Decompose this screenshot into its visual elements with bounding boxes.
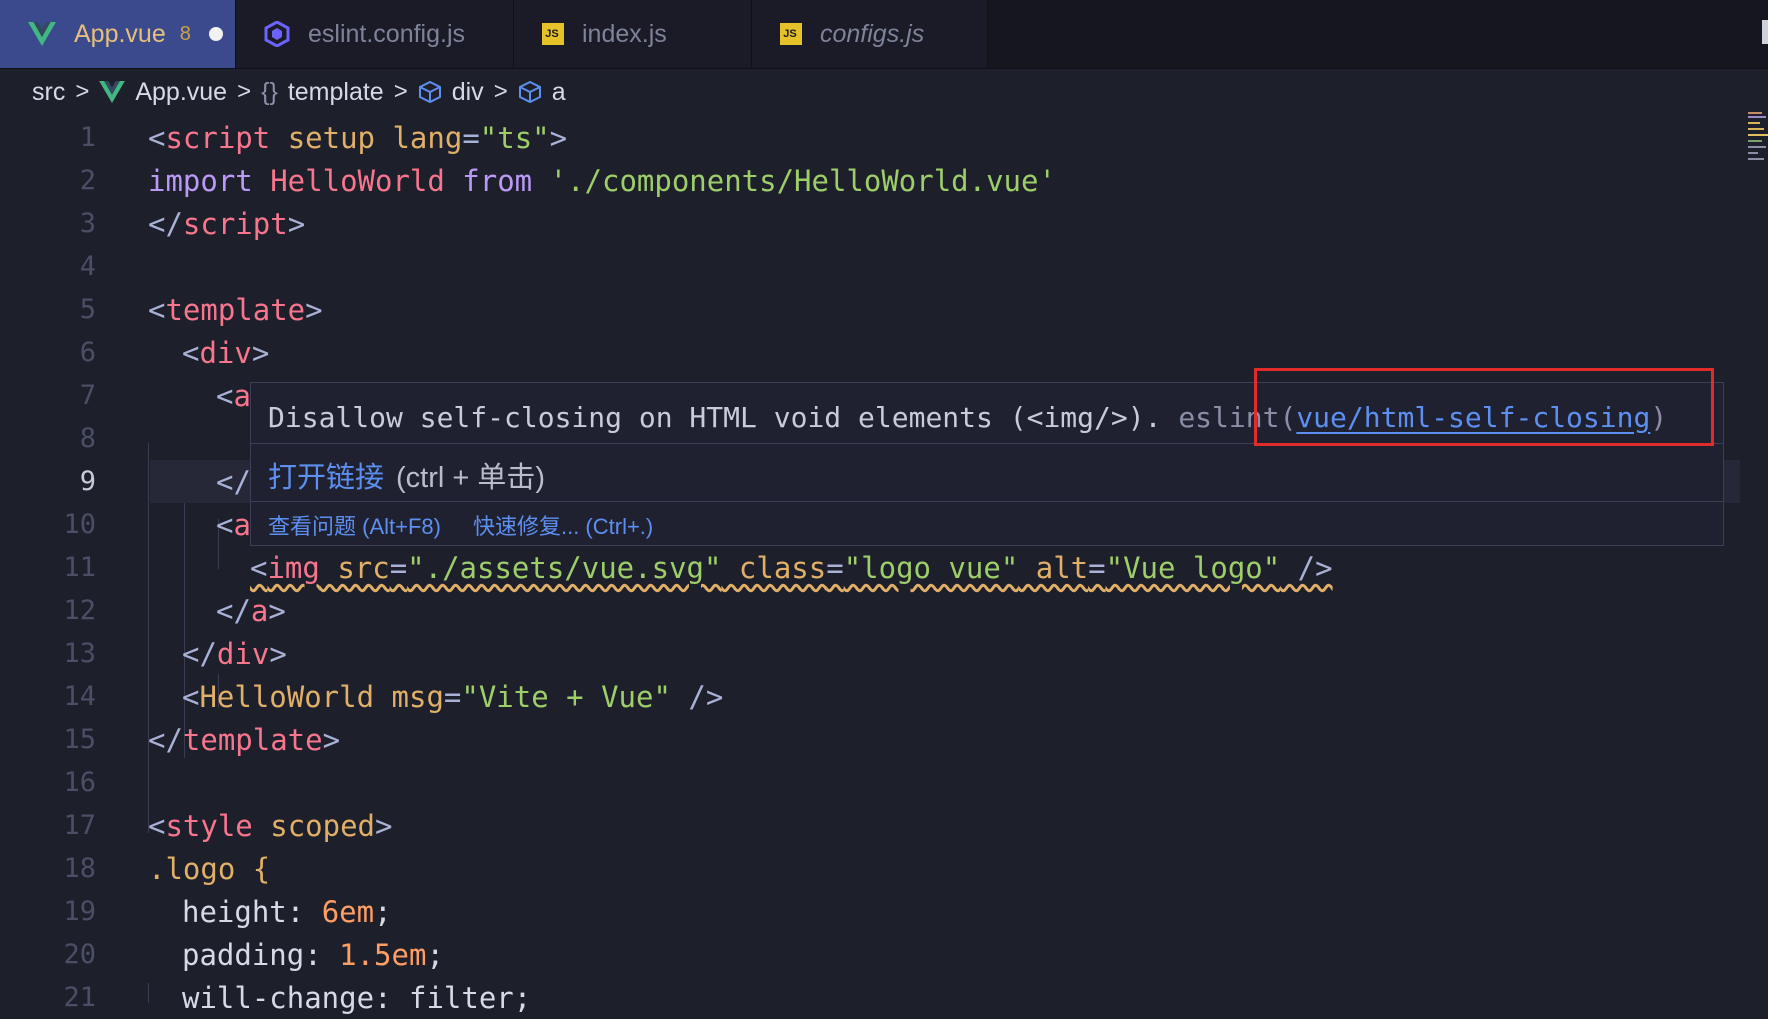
- code-line[interactable]: 16: [0, 761, 1740, 804]
- code-line[interactable]: 11 <img src="./assets/vue.svg" class="lo…: [0, 546, 1740, 589]
- tab-label: eslint.config.js: [308, 19, 466, 48]
- tab-configs-js[interactable]: JS configs.js: [752, 0, 988, 68]
- code-line[interactable]: 18 .logo {: [0, 847, 1740, 890]
- breadcrumb-item-app-vue[interactable]: App.vue: [99, 78, 227, 107]
- code-editor[interactable]: 1 <script setup lang="ts"> 2 import Hell…: [0, 116, 1768, 1015]
- vue-icon: [28, 22, 56, 46]
- divider: [251, 501, 1723, 502]
- vue-icon: [99, 81, 126, 103]
- breadcrumb-item-src[interactable]: src: [32, 78, 65, 107]
- tab-scrollbar[interactable]: [1762, 20, 1768, 44]
- js-icon: JS: [542, 23, 564, 45]
- code-line[interactable]: 5 <template>: [0, 288, 1740, 331]
- minimap-line: [1748, 128, 1764, 130]
- highlight-annotation-box: [1254, 368, 1714, 446]
- tab-label: App.vue: [74, 19, 166, 48]
- tab-index-js[interactable]: JS index.js: [514, 0, 752, 68]
- code-line[interactable]: 3 </script>: [0, 202, 1740, 245]
- breadcrumb-item-div[interactable]: div: [418, 78, 484, 107]
- code-line[interactable]: 17 <style scoped>: [0, 804, 1740, 847]
- minimap-line: [1748, 134, 1768, 136]
- unsaved-dot-icon[interactable]: [208, 27, 223, 41]
- cube-icon: [418, 80, 442, 104]
- code-line[interactable]: 15 </template>: [0, 718, 1740, 761]
- cube-icon: [518, 80, 542, 104]
- open-link-hint: (ctrl + 单击): [396, 462, 546, 494]
- code-line[interactable]: 21 will-change: filter;: [0, 976, 1740, 1019]
- minimap-line: [1748, 152, 1758, 154]
- breadcrumb-item-a[interactable]: a: [518, 78, 566, 107]
- code-line[interactable]: 12 </a>: [0, 589, 1740, 632]
- code-line[interactable]: 14 <HelloWorld msg="Vite + Vue" />: [0, 675, 1740, 718]
- editor-tab-bar: App.vue 8 eslint.config.js JS index.js J…: [0, 0, 1768, 69]
- lint-warning-squiggle[interactable]: <img src="./assets/vue.svg" class="logo …: [250, 551, 1333, 585]
- chevron-right-icon: >: [493, 78, 508, 105]
- code-line[interactable]: 2 import HelloWorld from './components/H…: [0, 159, 1740, 202]
- code-line[interactable]: 19 height: 6em;: [0, 890, 1740, 933]
- code-line[interactable]: 4: [0, 245, 1740, 288]
- chevron-right-icon: >: [75, 78, 90, 105]
- minimap[interactable]: [1748, 110, 1768, 180]
- open-link[interactable]: 打开链接: [268, 454, 384, 496]
- hover-actions: 查看问题 (Alt+F8) 快速修复... (Ctrl+.): [268, 507, 685, 543]
- view-problem-button[interactable]: 查看问题 (Alt+F8): [268, 509, 441, 541]
- minimap-line: [1748, 158, 1764, 160]
- js-icon: JS: [780, 23, 802, 45]
- chevron-right-icon: >: [237, 78, 252, 105]
- minimap-line: [1748, 146, 1766, 148]
- minimap-line: [1748, 140, 1762, 142]
- minimap-line: [1748, 122, 1760, 124]
- code-line[interactable]: 1 <script setup lang="ts">: [0, 116, 1740, 159]
- breadcrumb-item-template[interactable]: {} template: [261, 78, 384, 107]
- tab-app-vue[interactable]: App.vue 8: [0, 0, 236, 68]
- minimap-line: [1748, 116, 1766, 118]
- braces-icon: {}: [261, 77, 278, 106]
- tab-label: configs.js: [820, 19, 925, 48]
- code-line[interactable]: 20 padding: 1.5em;: [0, 933, 1740, 976]
- quick-fix-button[interactable]: 快速修复... (Ctrl+.): [473, 509, 653, 541]
- code-line[interactable]: 13 </div>: [0, 632, 1740, 675]
- open-link-row: 打开链接 (ctrl + 单击): [268, 449, 545, 501]
- breadcrumb: src > App.vue > {} template > div > a: [0, 68, 1768, 116]
- tab-eslint-config[interactable]: eslint.config.js: [236, 0, 514, 68]
- tab-label: index.js: [582, 19, 667, 48]
- chevron-right-icon: >: [393, 78, 408, 105]
- minimap-line: [1748, 112, 1762, 114]
- eslint-icon: [264, 21, 290, 47]
- problem-count-badge: 8: [179, 22, 191, 45]
